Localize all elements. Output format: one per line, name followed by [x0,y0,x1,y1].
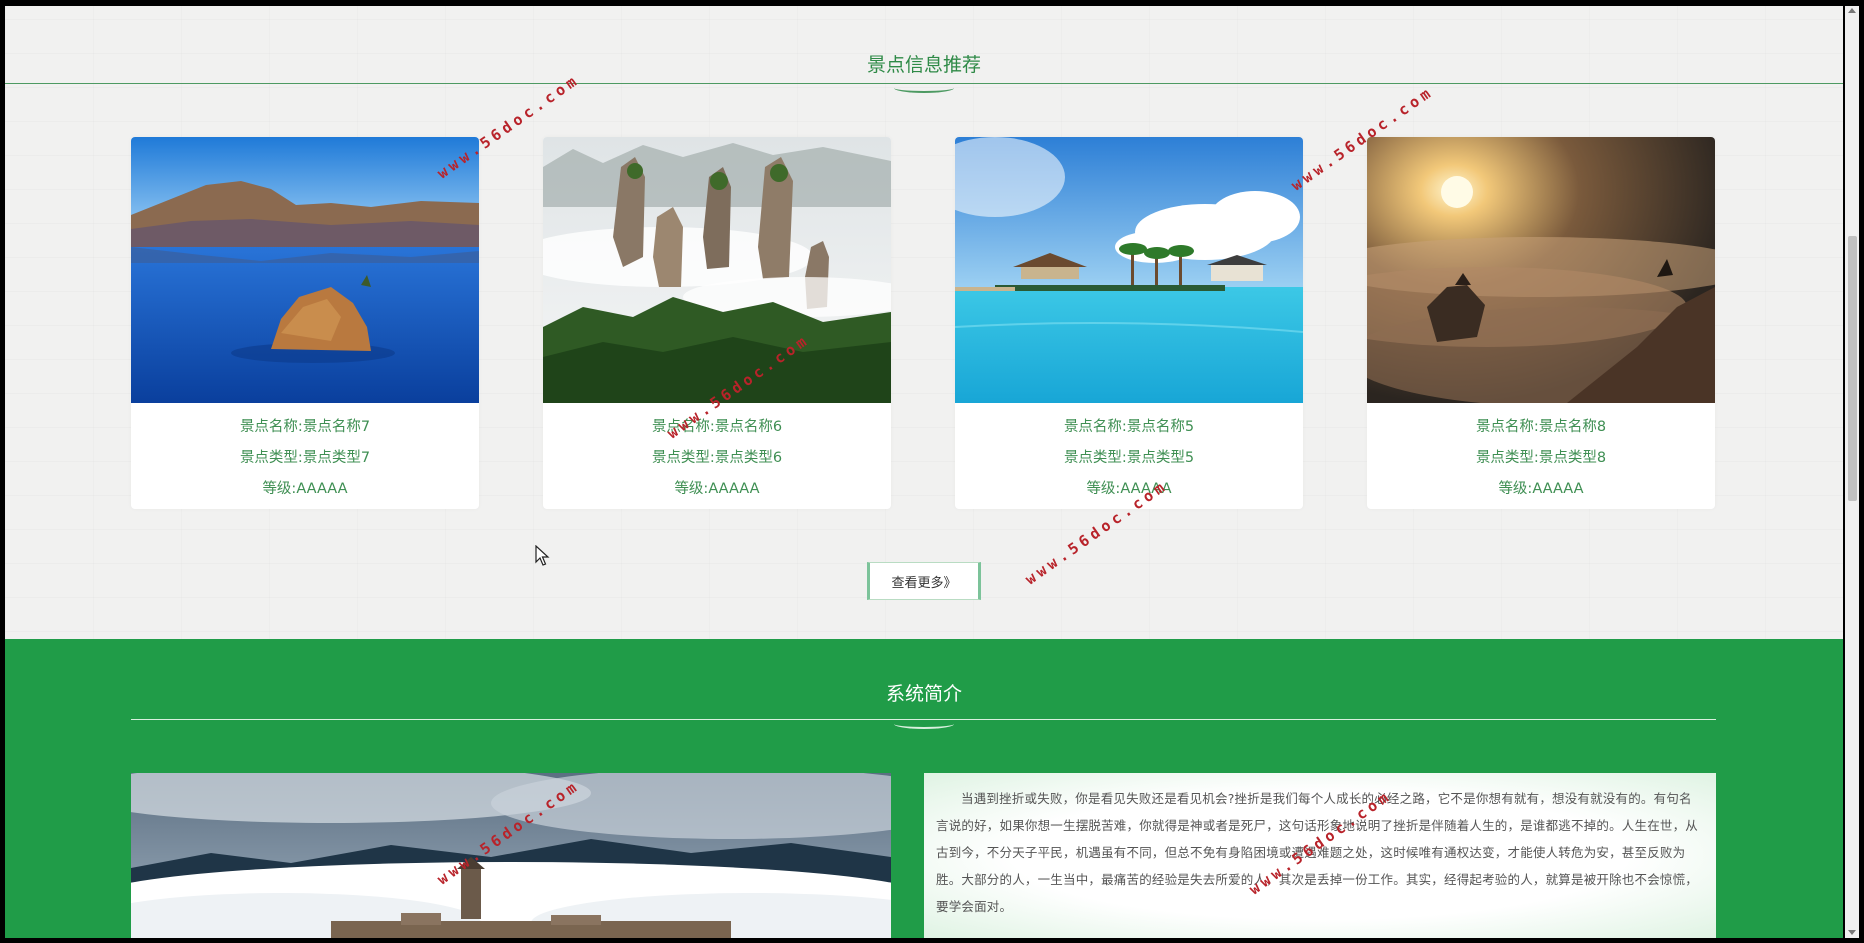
attraction-card[interactable]: 景点名称:景点名称7 景点类型:景点类型7 等级:AAAAA [131,137,479,509]
scrollbar-thumb[interactable] [1848,236,1857,501]
scroll-up-arrow-icon[interactable] [1848,8,1856,13]
attraction-level: 等级:AAAAA [1498,481,1584,497]
attraction-type: 景点类型:景点类型5 [1063,450,1195,466]
attraction-name: 景点名称:景点名称7 [239,419,371,435]
title-divider-notch [894,83,954,93]
attraction-card[interactable]: 景点名称:景点名称5 景点类型:景点类型5 等级:AAAAA [955,137,1303,509]
recommend-section-title: 景点信息推荐 [866,54,981,76]
attraction-level: 等级:AAAAA [674,481,760,497]
attraction-level: 等级:AAAAA [1086,481,1172,497]
attraction-info: 景点名称:景点名称7 景点类型:景点类型7 等级:AAAAA [131,403,479,505]
attraction-type: 景点类型:景点类型6 [651,450,783,466]
page-viewport: 景点信息推荐 景点名称:景点名称7 景点类型:景点类型7 等级:AAAAA 景点… [5,6,1843,938]
attraction-name: 景点名称:景点名称5 [1063,419,1195,435]
intro-section-title: 系统简介 [885,683,962,705]
vertical-scrollbar[interactable] [1845,6,1859,938]
attraction-image-sunrise-clouds[interactable] [1367,137,1715,403]
attraction-name: 景点名称:景点名称6 [651,419,783,435]
attraction-image-tropical-sea[interactable] [955,137,1303,403]
view-more-button[interactable]: 查看更多》 [867,562,981,600]
attraction-info: 景点名称:景点名称5 景点类型:景点类型5 等级:AAAAA [955,403,1303,505]
attraction-type: 景点类型:景点类型8 [1475,450,1607,466]
attraction-info: 景点名称:景点名称8 景点类型:景点类型8 等级:AAAAA [1367,403,1715,505]
title-divider-notch [894,719,954,729]
intro-text-panel: 当遇到挫折或失败，你是看见失败还是看见机会?挫折是我们每个人成长的必经之路，它不… [924,773,1716,938]
intro-paragraph: 当遇到挫折或失败，你是看见失败还是看见机会?挫折是我们每个人成长的必经之路，它不… [936,791,1699,914]
attraction-card[interactable]: 景点名称:景点名称8 景点类型:景点类型8 等级:AAAAA [1367,137,1715,509]
attraction-level: 等级:AAAAA [262,481,348,497]
attraction-name: 景点名称:景点名称8 [1475,419,1607,435]
attraction-info: 景点名称:景点名称6 景点类型:景点类型6 等级:AAAAA [543,403,891,505]
attraction-type: 景点类型:景点类型7 [239,450,371,466]
attraction-image-lake[interactable] [131,137,479,403]
mouse-cursor-icon [535,545,550,566]
scroll-down-arrow-icon[interactable] [1848,930,1856,935]
intro-image [131,773,891,938]
system-intro-section: 系统简介 当遇到挫折或失败，你是看见失败还是看见机会?挫折是我们每个人成长的必经… [5,639,1843,938]
attraction-card[interactable]: 景点名称:景点名称6 景点类型:景点类型6 等级:AAAAA [543,137,891,509]
attraction-image-stone-pillars[interactable] [543,137,891,403]
